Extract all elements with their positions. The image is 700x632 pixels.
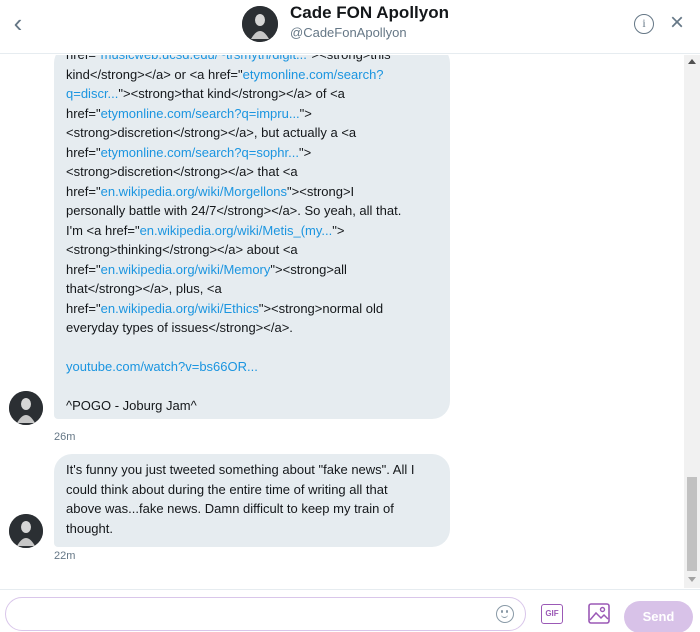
gif-icon[interactable]: GIF: [541, 604, 563, 624]
message-text-segment: I'm <a href=": [66, 222, 140, 238]
message-text-segment: href=": [66, 261, 101, 277]
message-link[interactable]: en.wikipedia.org/wiki/Morgellons: [101, 184, 287, 199]
message-text-segment: personally battle with 24/7</strong></a>…: [66, 203, 402, 218]
emoji-icon[interactable]: [496, 605, 514, 623]
message-line: <strong>thinking</strong></a> about <a: [66, 240, 438, 260]
avatar[interactable]: [9, 514, 43, 548]
message-link[interactable]: youtube.com/watch?v=bs66OR...: [66, 359, 258, 374]
close-icon[interactable]: ×: [667, 10, 687, 36]
message-link[interactable]: etymonline.com/search?q=sophr...: [101, 145, 299, 160]
chevron-left-icon[interactable]: ‹: [6, 10, 30, 38]
message-line: q=discr..."><strong>that kind</strong></…: [66, 84, 438, 104]
message-text-segment: href=": [66, 55, 101, 62]
message-text-segment: ">: [299, 105, 312, 121]
scroll-up-icon[interactable]: [688, 59, 696, 64]
message-composer: GIF Send: [0, 589, 700, 632]
message-text-segment: <strong>discretion</strong></a> that <a: [66, 164, 298, 179]
message-text-segment: kind</strong></a> or <a href=": [66, 66, 243, 82]
message-text-segment: "><strong>that kind</strong></a> of <a: [118, 86, 345, 101]
message-input[interactable]: [5, 597, 526, 631]
avatar[interactable]: [242, 6, 278, 42]
message-text-segment: that</strong></a>, plus, <a: [66, 281, 222, 296]
message-line: that</strong></a>, plus, <a: [66, 279, 438, 299]
message-link[interactable]: musicweb.ucsd.edu/~trsmyth/digit...: [101, 55, 307, 62]
profile-name[interactable]: Cade FON Apollyon: [290, 3, 449, 23]
message-line: ^POGO - Joburg Jam^: [66, 396, 438, 416]
message-text-segment: "><strong>all: [270, 261, 347, 277]
message-link[interactable]: etymonline.com/search?q=impru...: [101, 106, 300, 121]
message-text-segment: href=": [66, 300, 101, 316]
avatar[interactable]: [9, 391, 43, 425]
info-icon[interactable]: i: [634, 14, 654, 34]
message-line: kind</strong></a> or <a href="etymonline…: [66, 65, 438, 85]
message-text: It's funny you just tweeted something ab…: [66, 460, 438, 538]
message-line: I'm <a href="en.wikipedia.org/wiki/Metis…: [66, 221, 438, 241]
message-line: <strong>discretion</strong></a>, but act…: [66, 123, 438, 143]
message-line: <strong>discretion</strong></a> that <a: [66, 162, 438, 182]
message-line: href="musicweb.ucsd.edu/~trsmyth/digit..…: [66, 55, 438, 65]
send-button[interactable]: Send: [624, 601, 693, 632]
message-line: href="etymonline.com/search?q=impru...">: [66, 104, 438, 124]
message-thread: href="musicweb.ucsd.edu/~trsmyth/digit..…: [0, 55, 684, 588]
message-text-segment: href=": [66, 183, 101, 199]
message-text-segment: ^POGO - Joburg Jam^: [66, 398, 197, 413]
message-link[interactable]: etymonline.com/search?: [243, 67, 384, 82]
message-bubble: It's funny you just tweeted something ab…: [54, 454, 450, 547]
message-text-segment: everyday types of issues</strong></a>.: [66, 320, 293, 335]
scroll-down-icon[interactable]: [688, 577, 696, 582]
message-line: href="en.wikipedia.org/wiki/Ethics"><str…: [66, 299, 438, 319]
message-link[interactable]: en.wikipedia.org/wiki/Metis_(my...: [140, 223, 333, 238]
message-link[interactable]: q=discr...: [66, 86, 118, 101]
message-text-segment: <strong>discretion</strong></a>, but act…: [66, 125, 357, 140]
message-timestamp: 22m: [54, 550, 76, 562]
conversation-header: ‹ Cade FON Apollyon @CadeFonApollyon i ×: [0, 0, 700, 54]
message-line: href="etymonline.com/search?q=sophr...">: [66, 143, 438, 163]
message-line: It's funny you just tweeted something ab…: [66, 460, 438, 480]
message-line: youtube.com/watch?v=bs66OR...: [66, 357, 438, 377]
message-text-segment: above was...fake news. Damn difficult to…: [66, 501, 394, 516]
message-text-segment: href=": [66, 105, 101, 121]
message-text-segment: It's funny you just tweeted something ab…: [66, 462, 415, 477]
message-text-segment: could think about during the entire time…: [66, 481, 388, 497]
message-text: href="musicweb.ucsd.edu/~trsmyth/digit..…: [66, 55, 438, 416]
message-line: href="en.wikipedia.org/wiki/Memory"><str…: [66, 260, 438, 280]
profile-handle[interactable]: @CadeFonApollyon: [290, 25, 407, 40]
message-timestamp: 26m: [54, 431, 76, 443]
message-text-segment: thought.: [66, 520, 113, 536]
message-link[interactable]: en.wikipedia.org/wiki/Ethics: [101, 301, 259, 316]
message-text-segment: "><strong>normal old: [258, 300, 384, 316]
message-link[interactable]: en.wikipedia.org/wiki/Memory: [101, 262, 271, 277]
message-line: above was...fake news. Damn difficult to…: [66, 499, 438, 519]
message-line: everyday types of issues</strong></a>.: [66, 318, 438, 338]
scrollbar[interactable]: [684, 55, 700, 588]
message-text-segment: "><strong>this: [307, 55, 391, 62]
message-text-segment: ">: [332, 222, 345, 238]
message-line: personally battle with 24/7</strong></a>…: [66, 201, 438, 221]
message-line: href="en.wikipedia.org/wiki/Morgellons">…: [66, 182, 438, 202]
message-text-segment: <strong>thinking</strong></a> about <a: [66, 242, 298, 257]
scrollbar-thumb[interactable]: [687, 477, 697, 571]
message-line: thought.: [66, 519, 438, 539]
message-text-segment: ">: [298, 144, 312, 160]
message-text-segment: href=": [66, 144, 101, 160]
message-text-segment: "><strong>I: [287, 183, 355, 199]
message-line: could think about during the entire time…: [66, 480, 438, 500]
message-bubble: href="musicweb.ucsd.edu/~trsmyth/digit..…: [54, 55, 450, 419]
image-icon[interactable]: [588, 603, 610, 624]
